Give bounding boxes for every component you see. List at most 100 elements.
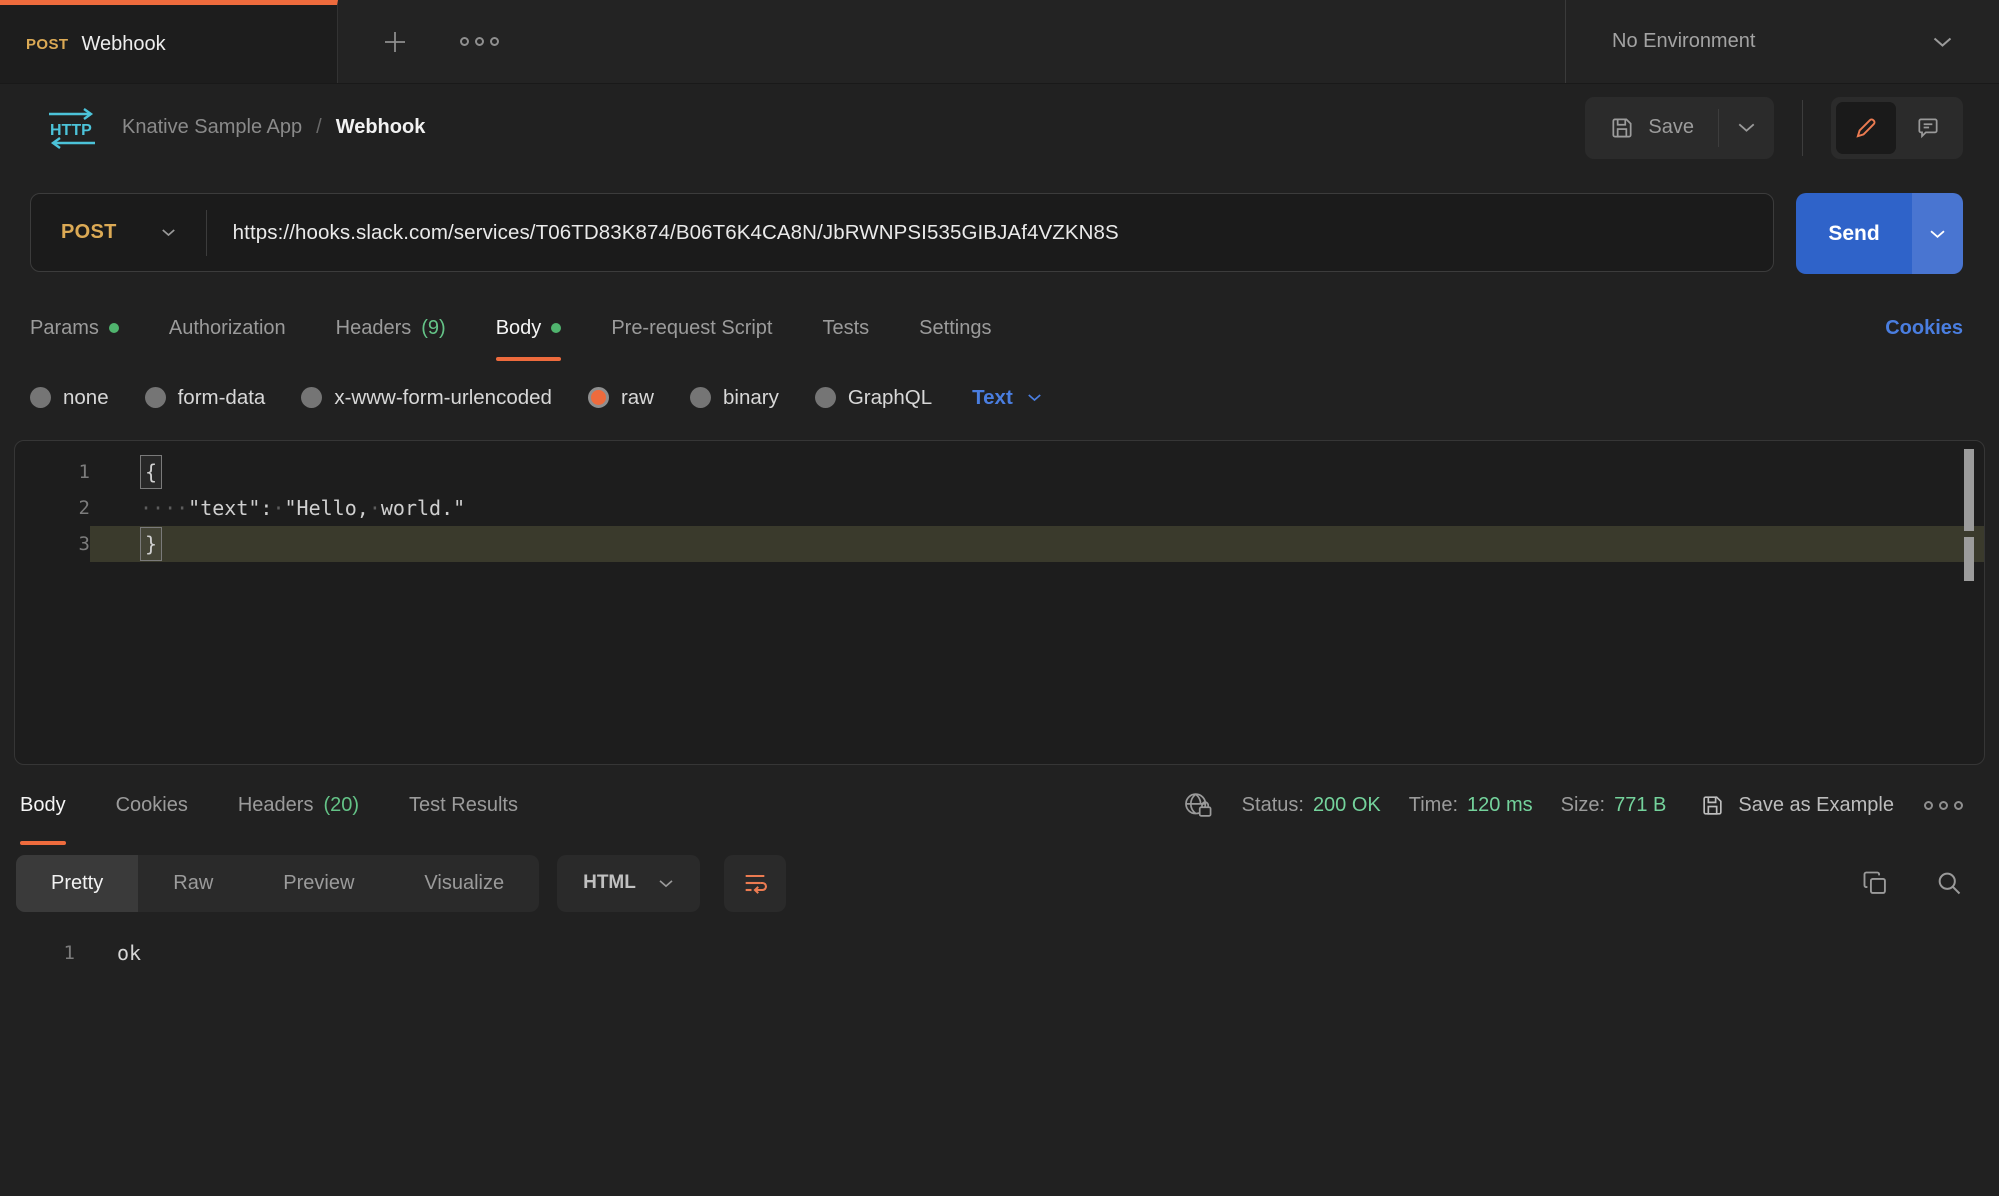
time-group: Time: 120 ms <box>1409 794 1533 817</box>
tab-authorization[interactable]: Authorization <box>169 295 286 361</box>
environment-label: No Environment <box>1612 30 1755 53</box>
comment-icon <box>1915 115 1941 141</box>
response-tab-headers[interactable]: Headers (20) <box>238 765 359 845</box>
request-body-editor[interactable]: 1 { 2 ····"text":·"Hello,·world." 3 } <box>14 440 1985 765</box>
status-value: 200 OK <box>1313 794 1381 817</box>
comments-toggle[interactable] <box>1898 102 1958 154</box>
copy-icon <box>1861 869 1889 897</box>
chevron-down-icon <box>1929 229 1946 239</box>
response-format-selector[interactable]: HTML <box>557 855 700 912</box>
http-protocol-icon: HTTP <box>44 106 100 150</box>
save-button[interactable]: Save <box>1585 97 1718 159</box>
tab-prerequest-script[interactable]: Pre-request Script <box>611 295 772 361</box>
search-response-button[interactable] <box>1935 869 1963 897</box>
tab-body[interactable]: Body <box>496 295 562 361</box>
save-as-example-button[interactable]: Save as Example <box>1700 793 1894 818</box>
editor-line-1: 1 { <box>15 454 1984 490</box>
url-input[interactable]: https://hooks.slack.com/services/T06TD83… <box>207 221 1145 245</box>
svg-text:HTTP: HTTP <box>50 122 92 139</box>
editor-line-2: 2 ····"text":·"Hello,·world." <box>15 490 1984 526</box>
response-header: Body Cookies Headers (20) Test Results S… <box>0 765 1999 845</box>
editor-line-3: 3 } <box>15 526 1984 562</box>
chevron-down-icon <box>658 879 674 888</box>
tab-params[interactable]: Params <box>30 295 119 361</box>
request-tab-webhook[interactable]: POST Webhook <box>0 0 338 83</box>
tab-tests[interactable]: Tests <box>822 295 869 361</box>
status-label: Status: <box>1242 794 1304 817</box>
tab-more-icon[interactable] <box>460 37 499 46</box>
params-dot <box>109 323 119 333</box>
save-label: Save <box>1648 116 1694 139</box>
radio-raw[interactable]: raw <box>588 386 654 410</box>
line-number: 3 <box>15 533 90 555</box>
response-tab-body[interactable]: Body <box>20 765 66 845</box>
new-tab-icon[interactable] <box>380 27 410 57</box>
radio-graphql[interactable]: GraphQL <box>815 386 932 410</box>
response-tab-test-results[interactable]: Test Results <box>409 765 518 845</box>
edit-request-toggle[interactable] <box>1836 102 1896 154</box>
response-body[interactable]: 1 ok <box>0 921 1999 971</box>
save-button-group: Save <box>1585 97 1774 159</box>
line-number: 1 <box>15 461 90 483</box>
url-row: POST https://hooks.slack.com/services/T0… <box>0 171 1999 295</box>
send-button[interactable]: Send <box>1796 193 1912 274</box>
wrap-lines-button[interactable] <box>724 855 786 912</box>
tab-headers[interactable]: Headers (9) <box>336 295 446 361</box>
editor-cursor-marker <box>1964 537 1974 581</box>
response-tab-cookies[interactable]: Cookies <box>116 765 188 845</box>
line-number: 1 <box>0 942 75 964</box>
cookies-link[interactable]: Cookies <box>1885 317 1963 340</box>
request-header: HTTP Knative Sample App / Webhook Save <box>0 84 1999 171</box>
response-tools <box>1861 869 1963 897</box>
method-label: POST <box>61 221 117 244</box>
view-raw[interactable]: Raw <box>138 855 248 912</box>
view-pretty[interactable]: Pretty <box>16 855 138 912</box>
body-type-row: none form-data x-www-form-urlencoded raw… <box>0 361 1999 434</box>
save-icon <box>1609 115 1635 141</box>
headers-count: (9) <box>421 317 445 340</box>
size-group: Size: 771 B <box>1561 794 1667 817</box>
raw-language-selector[interactable]: Text <box>972 386 1042 410</box>
breadcrumb-separator: / <box>316 116 322 139</box>
time-value: 120 ms <box>1467 794 1533 817</box>
tab-actions <box>338 0 1565 83</box>
response-text: ok <box>75 941 141 965</box>
body-dot <box>551 323 561 333</box>
radio-none[interactable]: none <box>30 386 109 410</box>
search-icon <box>1935 869 1963 897</box>
pencil-icon <box>1853 115 1879 141</box>
close-brace: } <box>140 527 162 561</box>
tab-settings[interactable]: Settings <box>919 295 991 361</box>
line-number: 2 <box>15 497 90 519</box>
response-view-switcher: Pretty Raw Preview Visualize <box>16 855 539 912</box>
chevron-down-icon <box>1737 122 1756 133</box>
radio-form-data[interactable]: form-data <box>145 386 266 410</box>
size-label: Size: <box>1561 794 1605 817</box>
environment-selector[interactable]: No Environment <box>1565 0 1999 83</box>
size-value: 771 B <box>1614 794 1666 817</box>
open-brace: { <box>140 455 162 489</box>
send-options-button[interactable] <box>1912 193 1963 274</box>
network-globe-lock-icon[interactable] <box>1182 790 1214 820</box>
save-icon <box>1700 793 1725 818</box>
response-toolbar: Pretty Raw Preview Visualize HTML <box>0 845 1999 921</box>
editor-scrollbar[interactable] <box>1964 449 1974 531</box>
save-options-button[interactable] <box>1719 97 1774 159</box>
radio-binary[interactable]: binary <box>690 386 779 410</box>
tab-title: Webhook <box>81 33 165 56</box>
wrap-lines-icon <box>741 869 769 897</box>
response-line-1: 1 ok <box>0 935 1999 971</box>
tab-method-badge: POST <box>26 36 68 53</box>
response-more-icon[interactable] <box>1924 801 1963 810</box>
chevron-down-icon <box>1932 36 1953 48</box>
side-panel-toggle-group <box>1831 97 1963 159</box>
breadcrumb-request-title: Webhook <box>336 116 426 139</box>
copy-response-button[interactable] <box>1861 869 1889 897</box>
radio-x-www-form-urlencoded[interactable]: x-www-form-urlencoded <box>301 386 552 410</box>
method-selector[interactable]: POST <box>31 194 206 271</box>
view-preview[interactable]: Preview <box>248 855 389 912</box>
breadcrumb-collection[interactable]: Knative Sample App <box>122 116 302 139</box>
view-visualize[interactable]: Visualize <box>389 855 539 912</box>
response-meta: Status: 200 OK Time: 120 ms Size: 771 B … <box>1182 790 1963 820</box>
response-headers-count: (20) <box>323 794 359 817</box>
